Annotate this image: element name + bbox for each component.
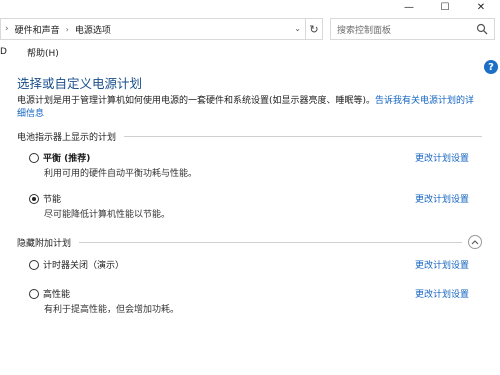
title-bar: — ☐ ✕ xyxy=(0,0,500,14)
plan-note: 尽可能降低计算机性能以节能。 xyxy=(44,210,171,220)
refresh-icon: ↻ xyxy=(309,22,319,36)
plan-balanced: 平衡 (推荐) 利用可用的硬件自动平衡功耗与性能。 更改计划设置 xyxy=(29,151,469,179)
page-title: 选择或自定义电源计划 xyxy=(17,76,143,91)
plan-radio-timer-off[interactable] xyxy=(29,259,39,270)
plan-note: 利用可用的硬件自动平衡功耗与性能。 xyxy=(44,169,198,179)
change-plan-settings-link[interactable]: 更改计划设置 xyxy=(415,287,469,300)
breadcrumb-item-hardware[interactable]: 硬件和声音 xyxy=(15,23,60,36)
page-description: 电源计划是用于管理计算机如何使用电源的一套硬件和系统设置(如显示器亮度、睡眠等)… xyxy=(17,95,479,121)
plan-high-performance: 高性能 有利于提高性能，但会增加功耗。 更改计划设置 xyxy=(29,287,469,315)
breadcrumb-item-power-options[interactable]: 电源选项 xyxy=(75,23,111,36)
plan-radio-high-performance[interactable] xyxy=(29,288,39,299)
maximize-button[interactable]: ☐ xyxy=(427,0,463,14)
minimize-button[interactable]: — xyxy=(391,0,427,14)
plan-name: 计时器关闭（演示） xyxy=(43,261,125,271)
plan-radio-balanced[interactable] xyxy=(29,152,39,163)
section-title: 隐藏附加计划 xyxy=(17,238,72,249)
description-text: 电源计划是用于管理计算机如何使用电源的一套硬件和系统设置(如显示器亮度、睡眠等)… xyxy=(17,96,376,106)
plan-power-saver: 节能 尽可能降低计算机性能以节能。 更改计划设置 xyxy=(29,192,469,220)
close-button[interactable]: ✕ xyxy=(463,0,499,14)
divider xyxy=(124,135,482,137)
hidden-plans-section: 隐藏附加计划 xyxy=(17,235,482,249)
change-plan-settings-link[interactable]: 更改计划设置 xyxy=(415,258,469,271)
breadcrumb[interactable]: › 硬件和声音 › 电源选项 ⌄ xyxy=(0,18,306,40)
chevron-down-icon[interactable]: ⌄ xyxy=(294,24,301,33)
battery-plans-section: 电池指示器上显示的计划 xyxy=(17,130,482,143)
plan-name: 平衡 (推荐) xyxy=(43,154,91,164)
menu-item-help[interactable]: 帮助(H) xyxy=(27,46,59,59)
plan-note: 有利于提高性能，但会增加功耗。 xyxy=(44,305,180,315)
search-placeholder: 搜索控制面板 xyxy=(337,25,392,36)
search-input[interactable]: 搜索控制面板 xyxy=(330,18,495,40)
divider xyxy=(79,241,462,243)
plan-timer-off: 计时器关闭（演示） 更改计划设置 xyxy=(29,258,469,271)
plan-radio-power-saver[interactable] xyxy=(29,193,39,204)
chevron-up-icon xyxy=(471,240,479,245)
change-plan-settings-link[interactable]: 更改计划设置 xyxy=(415,151,469,164)
search-icon xyxy=(476,23,488,35)
menu-bar: D 帮助(H) xyxy=(0,45,500,59)
section-title: 电池指示器上显示的计划 xyxy=(17,132,117,143)
address-row: › 硬件和声音 › 电源选项 ⌄ ↻ 搜索控制面板 xyxy=(0,18,500,42)
help-icon[interactable]: ? xyxy=(484,60,498,74)
chevron-right-icon: › xyxy=(65,24,69,34)
plan-name: 节能 xyxy=(43,195,62,205)
plan-name: 高性能 xyxy=(43,290,71,300)
chevron-right-icon: › xyxy=(5,24,9,34)
collapse-section-button[interactable] xyxy=(468,235,482,249)
refresh-button[interactable]: ↻ xyxy=(306,18,323,40)
change-plan-settings-link[interactable]: 更改计划设置 xyxy=(415,192,469,205)
menu-item-tools[interactable]: D xyxy=(0,47,7,57)
